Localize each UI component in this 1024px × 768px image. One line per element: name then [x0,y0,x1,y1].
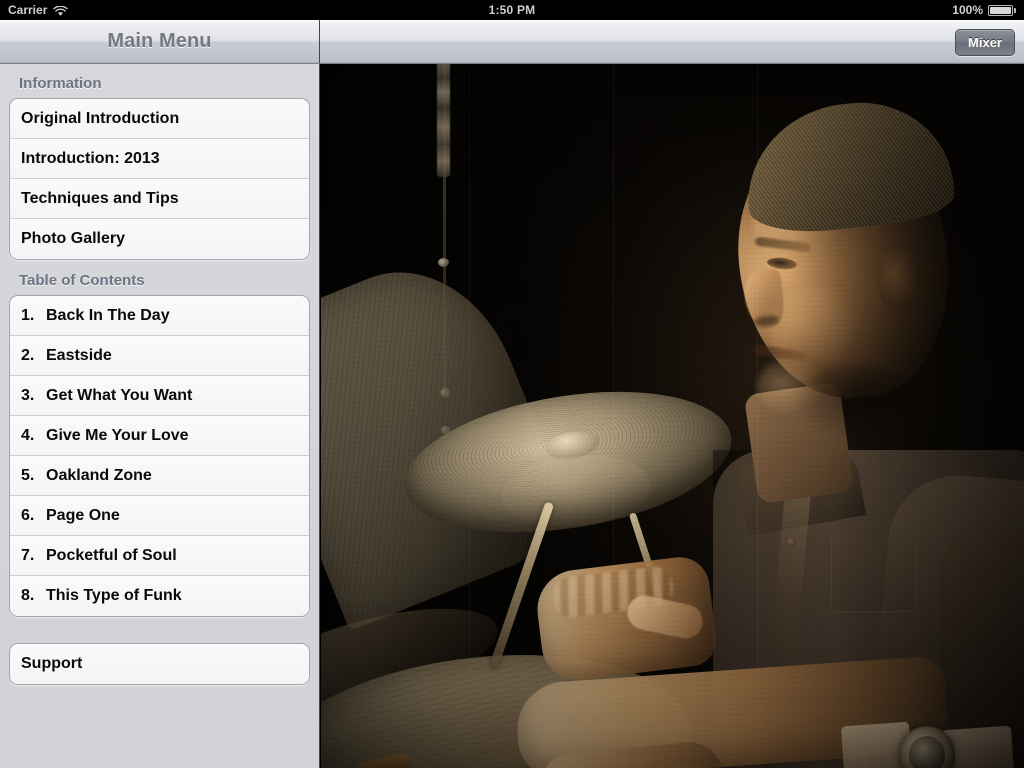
toc-item-label: Back In The Day [46,306,170,324]
status-bar: Carrier 1:50 PM 100% [0,0,1024,20]
carrier-label: Carrier [8,3,48,17]
toc-item-label: Oakland Zone [46,466,152,484]
status-bar-right: 100% [724,3,1024,17]
sidebar-item-original-introduction[interactable]: Original Introduction [10,99,309,139]
sidebar-item-introduction-2013[interactable]: Introduction: 2013 [10,139,309,179]
cymbal-stand-nut [438,258,449,267]
toc-item-number: 8. [21,587,35,604]
toc-item-number: 4. [21,426,35,444]
cymbal-stand-wrap [437,62,450,177]
wifi-icon [53,4,69,17]
toc-item-label: Give Me Your Love [46,426,189,444]
toc-item-label: Pocketful of Soul [46,546,177,564]
sidebar-item-label: Introduction: 2013 [21,149,160,167]
section-header-information: Information [19,75,102,92]
toc-item-3[interactable]: 3. Get What You Want [10,376,309,416]
sidebar-item-support[interactable]: Support [10,644,309,684]
sidebar-item-techniques-and-tips[interactable]: Techniques and Tips [10,179,309,219]
master-navigation-bar: Main Menu [0,20,320,63]
toc-item-number: 5. [21,466,35,484]
battery-full-icon [988,4,1016,16]
information-group: Original Introduction Introduction: 2013… [9,98,310,260]
sidebar-item-photo-gallery[interactable]: Photo Gallery [10,219,309,259]
status-bar-clock: 1:50 PM [488,3,536,17]
master-pane-sidebar: Information Original Introduction Introd… [0,64,320,768]
sidebar-item-label: Techniques and Tips [21,189,179,207]
toc-item-label: This Type of Funk [46,587,182,604]
toc-item-4[interactable]: 4. Give Me Your Love [10,416,309,456]
toc-item-1[interactable]: 1. Back In The Day [10,296,309,336]
toc-item-2[interactable]: 2. Eastside [10,336,309,376]
sidebar-item-label: Photo Gallery [21,230,126,247]
ipad-app-window: Carrier 1:50 PM 100% Main Menu Mixer Inf… [0,0,1024,768]
toc-item-number: 1. [21,306,35,324]
section-header-table-of-contents: Table of Contents [19,272,145,289]
detail-pane [321,58,1024,768]
toc-item-8[interactable]: 8. This Type of Funk [10,576,309,616]
toc-item-5[interactable]: 5. Oakland Zone [10,456,309,496]
detail-navigation-bar: Mixer [321,20,1024,63]
navigation-bar: Main Menu Mixer [0,20,1024,64]
status-bar-left: Carrier [0,3,300,17]
mixer-button[interactable]: Mixer [955,29,1015,56]
toc-item-number: 6. [21,506,35,524]
toc-item-6[interactable]: 6. Page One [10,496,309,536]
drummer-photo [321,58,1024,768]
battery-percent-label: 100% [952,3,983,17]
toc-item-label: Get What You Want [46,386,193,404]
table-of-contents-group: 1. Back In The Day 2. Eastside 3. Get Wh… [9,295,310,617]
toc-item-number: 7. [21,546,35,564]
toc-item-number: 3. [21,386,35,404]
toc-item-label: Eastside [46,346,112,364]
toc-item-7[interactable]: 7. Pocketful of Soul [10,536,309,576]
toc-item-label: Page One [46,506,120,524]
sidebar-item-label: Support [21,655,83,672]
support-group: Support [9,643,310,685]
sidebar-item-label: Original Introduction [21,109,180,127]
page-title: Main Menu [107,30,212,52]
toc-item-number: 2. [21,346,35,364]
